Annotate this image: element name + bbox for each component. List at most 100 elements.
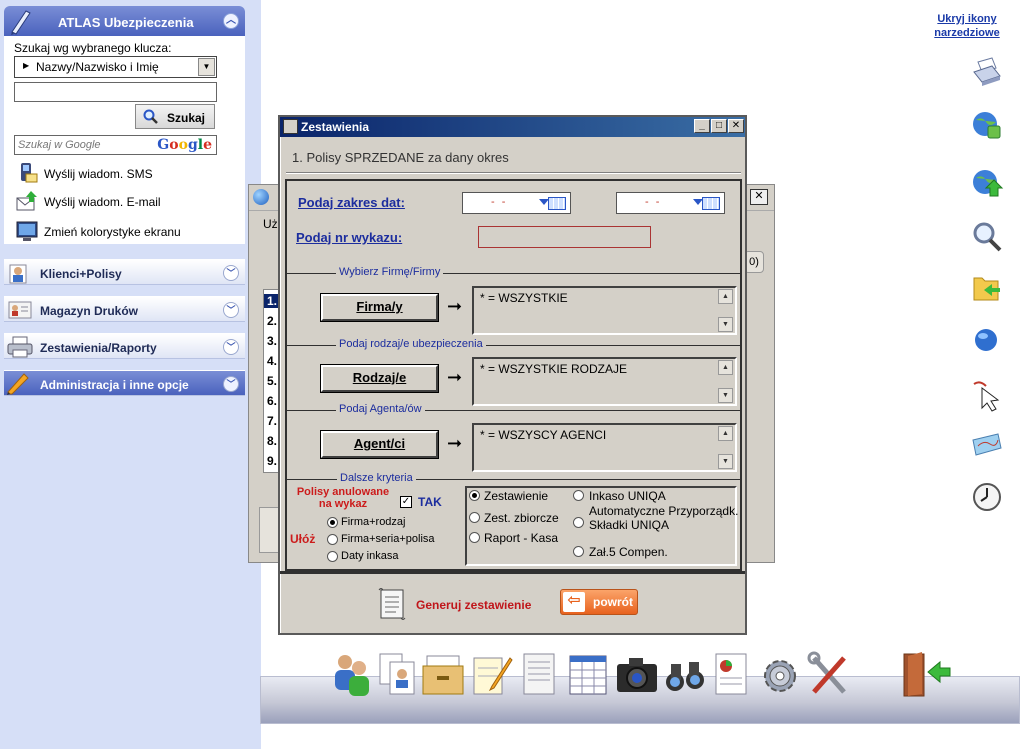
- sms-phone-icon: [21, 163, 38, 183]
- sort-daty-inkasa-radio[interactable]: [327, 551, 338, 562]
- criteria-frame: Podaj zakres dat: - - - - Podaj nr wykaz…: [285, 179, 742, 571]
- date-from-value: - -: [491, 196, 508, 208]
- report-option-label: Inkaso UNIQA: [589, 489, 666, 503]
- maximize-icon[interactable]: □: [711, 119, 727, 133]
- report-zestawienie-radio[interactable]: [469, 490, 480, 501]
- users-icon[interactable]: [330, 650, 374, 698]
- row-number[interactable]: 4.: [267, 354, 277, 368]
- back-button[interactable]: ⇦ powrót: [560, 589, 638, 615]
- row-number[interactable]: 6.: [267, 394, 277, 408]
- globe-icon[interactable]: [970, 323, 1004, 357]
- document-icon: [283, 119, 298, 134]
- document-lines-icon[interactable]: [518, 650, 562, 698]
- search-input[interactable]: [14, 82, 217, 102]
- calendar-icon[interactable]: [548, 197, 566, 210]
- collapse-up-icon[interactable]: ︿: [223, 13, 239, 29]
- hide-toolbar-icons-link[interactable]: Ukryj ikony narzedziowe: [925, 12, 1009, 40]
- mouse-cursor-icon[interactable]: [970, 378, 1004, 412]
- search-button[interactable]: Szukaj: [135, 104, 215, 129]
- sort-firma-seria-polisa-radio[interactable]: [327, 534, 338, 545]
- sort-label: Ułóż: [290, 532, 316, 546]
- row-number[interactable]: 5.: [267, 374, 277, 388]
- generate-report-button[interactable]: Generuj zestawienie: [416, 598, 531, 612]
- firm-select-button[interactable]: Firma/y: [320, 293, 439, 322]
- report-zal5-compen-radio[interactable]: [573, 546, 584, 557]
- pencil-icon: [7, 373, 29, 395]
- report-option-label: Zał.5 Compen.: [589, 545, 668, 559]
- row-number[interactable]: 2.: [267, 314, 277, 328]
- chevron-down-icon[interactable]: ﹀: [223, 265, 239, 281]
- section-clients-policies[interactable]: Klienci+Polisy ﹀: [4, 259, 245, 285]
- search-key-select[interactable]: ▶ Nazwy/Nazwisko i Imię ▼: [14, 56, 217, 78]
- reports-dialog: Zestawienia _ □ ✕ 1. Polisy SPRZEDANE za…: [278, 115, 747, 635]
- cancelled-policies-label: Polisy anulowane na wykaz: [296, 486, 390, 510]
- send-email-label: Wyślij wiadom. E-mail: [44, 195, 161, 209]
- scroll-down-icon[interactable]: ▼: [718, 317, 733, 332]
- scroll-document-icon: [378, 588, 406, 620]
- map-icon[interactable]: [970, 428, 1004, 462]
- section-reports[interactable]: Zestawienia/Raporty ﹀: [4, 333, 245, 359]
- type-select-button[interactable]: Rodzaj/e: [320, 364, 439, 393]
- scroll-down-icon[interactable]: ▼: [718, 388, 733, 403]
- wykaz-number-input[interactable]: [478, 226, 651, 248]
- section-print-storage[interactable]: Magazyn Druków ﹀: [4, 296, 245, 322]
- print-storage-icon: [8, 301, 32, 319]
- row-number[interactable]: 3.: [267, 334, 277, 348]
- minimize-icon[interactable]: _: [694, 119, 710, 133]
- report-raport-kasa-radio[interactable]: [469, 532, 480, 543]
- report-zest-zbiorcze-radio[interactable]: [469, 512, 480, 523]
- printer-icon[interactable]: [970, 56, 1004, 90]
- chevron-down-icon[interactable]: ﹀: [223, 376, 239, 392]
- magnifier-icon[interactable]: [970, 220, 1004, 254]
- calendar-icon[interactable]: [702, 197, 720, 210]
- background-button[interactable]: 0): [744, 251, 764, 273]
- row-number[interactable]: 9.: [267, 454, 277, 468]
- tools-icon[interactable]: [806, 650, 850, 698]
- arrow-right-icon: ➞: [447, 433, 463, 453]
- scroll-down-icon[interactable]: ▼: [718, 454, 733, 469]
- chevron-down-icon[interactable]: ▼: [198, 58, 215, 76]
- agent-select-button[interactable]: Agent/ci: [320, 430, 439, 459]
- filing-cabinet-icon[interactable]: [421, 650, 465, 698]
- globe-lock-icon[interactable]: [970, 108, 1004, 142]
- app-title: ATLAS Ubezpieczenia: [58, 15, 194, 30]
- gear-icon[interactable]: [758, 650, 802, 698]
- globe-upload-icon[interactable]: [970, 166, 1004, 200]
- report-auto-przyporzadk-radio[interactable]: [573, 517, 584, 528]
- camera-icon[interactable]: [615, 650, 659, 698]
- close-icon[interactable]: ✕: [750, 189, 768, 205]
- date-from-picker[interactable]: - -: [462, 192, 571, 214]
- section-administration[interactable]: Administracja i inne opcje ﹀: [4, 370, 245, 396]
- row-number[interactable]: 7.: [267, 414, 277, 428]
- search-key-label: Szukaj wg wybranego klucza:: [14, 41, 172, 55]
- notepad-pencil-icon[interactable]: [470, 650, 514, 698]
- search-key-value: Nazwy/Nazwisko i Imię: [36, 60, 159, 74]
- cancelled-checkbox[interactable]: ✓: [400, 496, 412, 508]
- documents-person-icon[interactable]: [376, 650, 420, 698]
- report-inkaso-uniqa-radio[interactable]: [573, 490, 584, 501]
- agent-selection-value: * = WSZYSCY AGENCI: [480, 428, 607, 442]
- chevron-down-icon[interactable]: ﹀: [223, 339, 239, 355]
- scroll-up-icon[interactable]: ▲: [718, 360, 733, 375]
- close-icon[interactable]: ✕: [728, 119, 744, 133]
- table-sheet-icon[interactable]: [566, 650, 610, 698]
- type-selection-box[interactable]: * = WSZYSTKIE RODZAJE ▲ ▼: [472, 357, 737, 406]
- agent-selection-box[interactable]: * = WSZYSCY AGENCI ▲ ▼: [472, 423, 737, 472]
- app-header: ATLAS Ubezpieczenia ︿: [4, 6, 245, 36]
- google-search-input[interactable]: Szukaj w Google Google: [14, 135, 217, 155]
- section-label: Zestawienia/Raporty: [40, 341, 157, 355]
- clock-icon[interactable]: [970, 480, 1004, 514]
- exit-door-icon[interactable]: [900, 650, 952, 698]
- folder-arrow-icon[interactable]: [970, 270, 1004, 304]
- date-to-picker[interactable]: - -: [616, 192, 725, 214]
- dialog-titlebar: Zestawienia _ □ ✕: [280, 117, 745, 137]
- row-number[interactable]: 8.: [267, 434, 277, 448]
- report-chart-icon[interactable]: [710, 650, 754, 698]
- firm-selection-box[interactable]: * = WSZYSTKIE ▲ ▼: [472, 286, 737, 335]
- scroll-up-icon[interactable]: ▲: [718, 289, 733, 304]
- binoculars-icon[interactable]: [663, 650, 707, 698]
- scroll-up-icon[interactable]: ▲: [718, 426, 733, 441]
- sort-firma-rodzaj-radio[interactable]: [327, 517, 338, 528]
- chevron-down-icon[interactable]: ﹀: [223, 302, 239, 318]
- report-option-label: Raport - Kasa: [484, 531, 559, 545]
